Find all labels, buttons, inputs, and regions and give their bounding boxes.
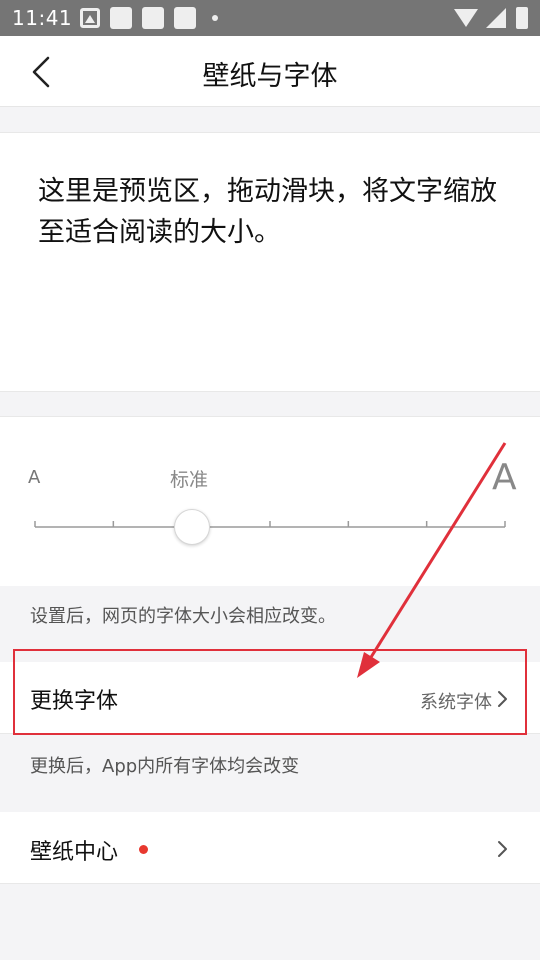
preview-area: 这里是预览区，拖动滑块，将文字缩放至适合阅读的大小。 <box>0 132 540 392</box>
wifi-icon <box>454 9 478 27</box>
image-icon <box>80 8 100 28</box>
font-size-slider-section: A 标准 A <box>0 416 540 586</box>
new-badge-dot <box>139 845 148 854</box>
change-font-label: 更换字体 <box>30 689 119 714</box>
chevron-right-icon <box>498 691 507 707</box>
status-icons-left <box>80 7 218 29</box>
wallpaper-center-label: 壁纸中心 <box>30 840 119 865</box>
font-size-track[interactable] <box>0 417 540 587</box>
preview-text: 这里是预览区，拖动滑块，将文字缩放至适合阅读的大小。 <box>38 176 497 248</box>
notification-icon <box>110 7 132 29</box>
current-font-value: 系统字体 <box>420 692 492 713</box>
notification-icon <box>142 7 164 29</box>
font-change-hint: 更换后，App内所有字体均会改变 <box>30 756 300 777</box>
battery-icon <box>516 7 528 29</box>
more-dot-icon <box>212 15 218 21</box>
notification-icon <box>174 7 196 29</box>
chevron-right-icon <box>498 841 507 857</box>
font-size-slider-thumb[interactable] <box>173 509 210 545</box>
status-icons-right <box>454 7 528 29</box>
page-title: 壁纸与字体 <box>202 61 338 92</box>
signal-icon <box>486 8 506 28</box>
nav-bar: 壁纸与字体 <box>0 36 540 107</box>
status-time: 11:41 <box>12 6 73 30</box>
status-bar: 11:41 <box>0 0 540 36</box>
change-font-row[interactable]: 更换字体 系统字体 <box>0 662 540 734</box>
font-size-hint: 设置后，网页的字体大小会相应改变。 <box>30 606 336 627</box>
wallpaper-center-row[interactable]: 壁纸中心 <box>0 812 540 884</box>
